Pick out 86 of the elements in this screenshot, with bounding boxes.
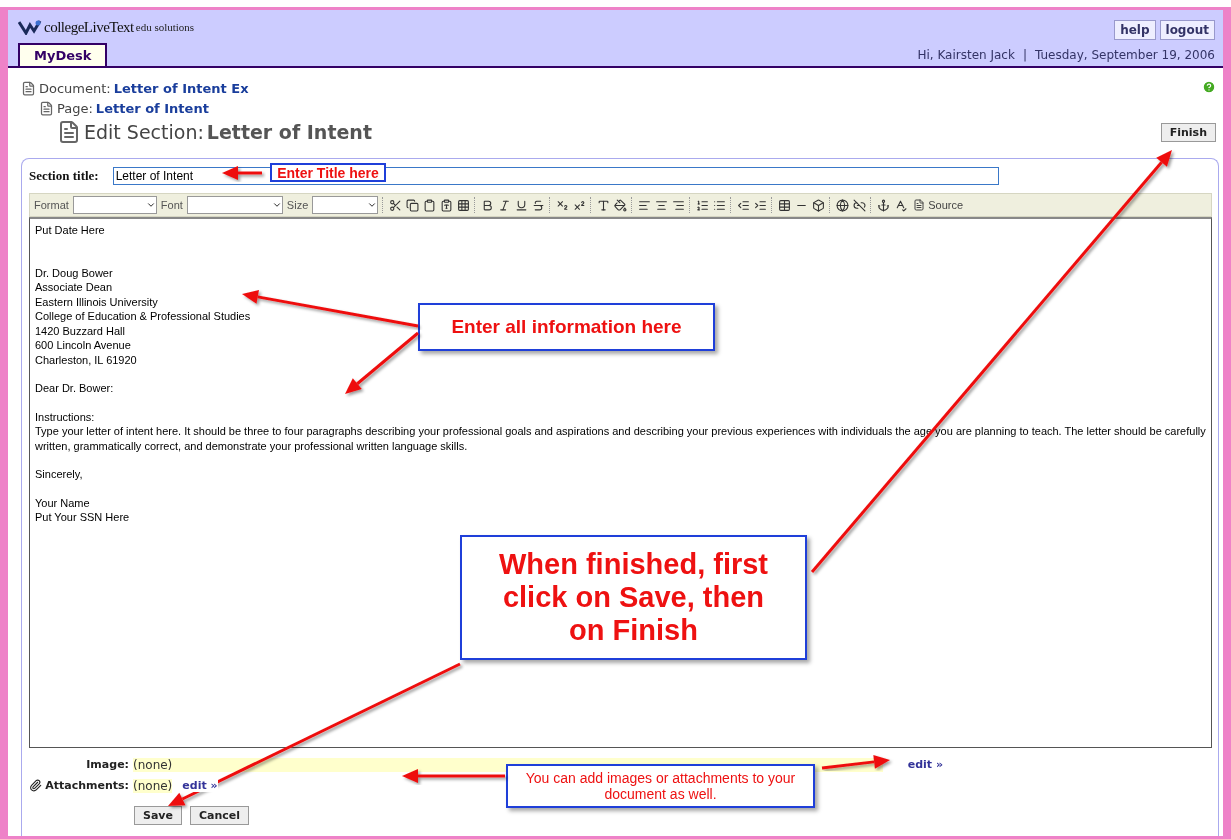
- align-left-icon[interactable]: [638, 198, 652, 212]
- edit-link[interactable]: edit »: [907, 758, 943, 771]
- cancel-button[interactable]: Cancel: [190, 806, 250, 825]
- save-button[interactable]: Save: [134, 806, 182, 825]
- logo-icon: [18, 19, 42, 35]
- paste-text-icon[interactable]: [440, 198, 454, 212]
- editor-text: Your Name: [35, 495, 90, 510]
- logo-tagline: edu solutions: [135, 21, 195, 33]
- breadcrumb-label: Edit Section:: [84, 121, 204, 143]
- toolbar-label: Size: [286, 199, 309, 211]
- superscript-icon[interactable]: [573, 198, 587, 212]
- date: Tuesday, September 19, 2006: [1034, 48, 1215, 62]
- edit-link[interactable]: edit »: [182, 779, 218, 792]
- dropdown[interactable]: [186, 196, 283, 214]
- cut-icon[interactable]: [389, 198, 403, 212]
- header-link[interactable]: help: [1114, 20, 1156, 40]
- subscript-icon[interactable]: [556, 198, 570, 212]
- table-icon[interactable]: [778, 198, 792, 212]
- strikethrough-icon[interactable]: [532, 198, 546, 212]
- editor-text: Put Your SSN Here: [35, 510, 130, 525]
- editor-text: Put Date Here: [35, 223, 105, 238]
- toolbar-label: Font: [160, 199, 183, 211]
- outdent-icon[interactable]: [737, 198, 751, 212]
- text-color-icon[interactable]: [597, 198, 611, 212]
- greeting: Hi, Kairsten Jack: [917, 48, 1015, 62]
- callout: You can add images or attachments to your document as well.: [506, 764, 815, 808]
- indent-icon[interactable]: [754, 198, 768, 212]
- copy-icon[interactable]: [406, 198, 420, 212]
- editor-text: 1420 Buzzard Hall: [35, 323, 125, 338]
- field-label: Section title:: [29, 168, 99, 184]
- help-icon[interactable]: [1202, 80, 1216, 94]
- editor-text: Dear Dr. Bower:: [35, 381, 114, 396]
- finish-button[interactable]: Finish: [1160, 123, 1216, 142]
- callout: When finished, first click on Save, then on Finish: [460, 535, 807, 660]
- header-link[interactable]: logout: [1159, 20, 1215, 40]
- numbered-list-icon[interactable]: [696, 198, 710, 212]
- anchor-icon[interactable]: [877, 198, 891, 212]
- logo-text: collegeLiveText: [44, 18, 134, 36]
- field-label: Image:: [86, 758, 129, 771]
- editor-text: Eastern Illinois University: [35, 294, 158, 309]
- section-title: Letter of Intent: [206, 121, 372, 143]
- editor-text: College of Education & Professional Studies: [35, 309, 251, 324]
- dropdown[interactable]: [312, 196, 379, 214]
- caret-icon: [145, 200, 156, 210]
- unlink-icon[interactable]: [853, 198, 867, 212]
- editor-text: 600 Lincoln Avenue: [35, 338, 131, 353]
- document-icon: [57, 120, 81, 144]
- editor-text: Associate Dean: [35, 280, 113, 295]
- bullet-list-icon[interactable]: [713, 198, 727, 212]
- align-right-icon[interactable]: [672, 198, 686, 212]
- breadcrumb-link[interactable]: Letter of Intent Ex: [113, 80, 249, 96]
- breadcrumb-label: Document:: [39, 80, 111, 96]
- field-value: (none): [133, 778, 173, 793]
- field-value: (none): [133, 757, 173, 772]
- spellcheck-icon[interactable]: [894, 198, 908, 212]
- pointer-arrow: [821, 754, 890, 770]
- editor-text: Charleston, IL 61920: [35, 352, 137, 367]
- bold-icon[interactable]: [481, 198, 495, 212]
- paperclip-icon: [29, 779, 43, 792]
- field-label: Attachments:: [45, 779, 129, 792]
- globe-icon[interactable]: [836, 198, 850, 212]
- document-icon: [39, 100, 54, 116]
- dropdown[interactable]: [72, 196, 157, 214]
- paste-icon[interactable]: [423, 198, 437, 212]
- align-center-icon[interactable]: [655, 198, 669, 212]
- italic-icon[interactable]: [498, 198, 512, 212]
- source-button[interactable]: Source: [911, 199, 966, 211]
- callout: Enter all information here: [418, 303, 715, 351]
- toolbar-label: Format: [34, 199, 69, 211]
- source-icon: [913, 199, 926, 211]
- separator: |: [1022, 48, 1027, 62]
- editor-text: Sincerely,: [35, 467, 83, 482]
- caret-icon: [271, 200, 282, 210]
- cube-icon[interactable]: [812, 198, 826, 212]
- document-icon: [21, 80, 36, 96]
- breadcrumb-link[interactable]: Letter of Intent: [95, 100, 209, 116]
- fill-color-icon[interactable]: [614, 198, 628, 212]
- editor-text: Instructions:: [35, 409, 95, 424]
- tab[interactable]: MyDesk: [18, 43, 108, 66]
- caret-icon: [367, 200, 378, 210]
- pointer-arrow: [222, 166, 262, 180]
- callout: Enter Title here: [270, 163, 386, 182]
- grid-icon[interactable]: [457, 198, 471, 212]
- underline-icon[interactable]: [515, 198, 529, 212]
- breadcrumb-label: Page:: [57, 100, 93, 116]
- editor-text: Dr. Doug Bower: [35, 265, 113, 280]
